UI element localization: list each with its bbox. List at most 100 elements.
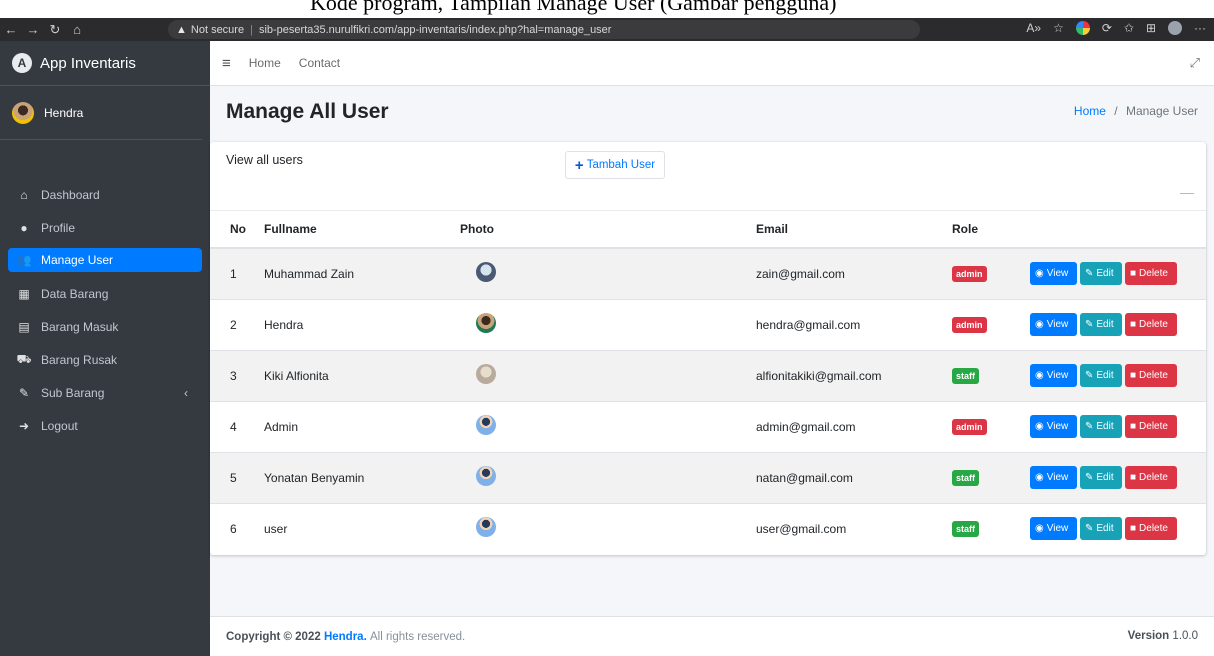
edit-label: Edit [1096,523,1114,535]
fullscreen-icon[interactable]: ⤢ [1190,55,1200,71]
document-caption: Kode program, Tampilan Manage User (Gamb… [310,0,837,15]
content-wrapper: Manage All User Home / Manage User View … [210,86,1214,616]
cell-fullname: Yonatan Benyamin [254,451,450,503]
sidebar: A App Inventaris Hendra ⌂ Dashboard ● Pr… [0,41,210,656]
sidebar-item-manage-user[interactable]: 👥 Manage User [8,248,202,272]
card-title: View all users [226,153,303,167]
cell-no: 4 [210,400,254,452]
profile-icon[interactable] [1168,21,1182,35]
sync-icon[interactable]: ⟳ [1102,21,1112,35]
cell-actions: ◉ View ✎ Edit ■ Delete [1020,247,1206,299]
favorites-icon[interactable]: ✩ [1124,21,1134,35]
read-aloud-icon[interactable]: A» [1026,21,1041,35]
author-link[interactable]: Hendra. [324,631,367,643]
edit-button[interactable]: ✎ Edit [1080,466,1122,489]
delete-label: Delete [1139,523,1168,535]
delete-label: Delete [1139,268,1168,280]
delete-label: Delete [1139,472,1168,483]
sidebar-item-barang-masuk[interactable]: ▤ Barang Masuk [8,310,202,343]
sidebar-item-sub-barang[interactable]: ✎ Sub Barang ‹ [8,376,202,409]
sidebar-item-label: Dashboard [41,187,100,202]
delete-button[interactable]: ■ Delete [1125,313,1177,336]
menu-toggle-icon[interactable]: ≡ [222,55,231,72]
edit-button[interactable]: ✎ Edit [1080,415,1122,438]
brand[interactable]: A App Inventaris [0,41,210,86]
sidebar-item-label: Sub Barang [41,385,105,400]
sidebar-item-dashboard[interactable]: ⌂ Dashboard [8,178,202,211]
user-photo [476,466,496,486]
users-table: No Fullname Photo Email Role 1 Muhammad … [210,211,1206,554]
delete-button[interactable]: ■ Delete [1125,415,1177,438]
collapse-icon[interactable]: — [1180,184,1194,200]
view-button[interactable]: ◉ View [1030,415,1077,438]
table-row: 1 Muhammad Zain zain@gmail.com admin ◉ Vi… [210,247,1206,299]
eye-icon: ◉ [1035,319,1044,330]
browser-extensions: A» ☆ ⟳ ✩ ⊞ ··· [1026,21,1206,35]
breadcrumb-home-link[interactable]: Home [1074,104,1106,118]
edit-button[interactable]: ✎ Edit [1080,262,1122,286]
cell-email: hendra@gmail.com [746,298,942,350]
edit-button[interactable]: ✎ Edit [1080,364,1122,387]
document-caption-strip: Kode program, Tampilan Manage User (Gamb… [0,0,1214,18]
cell-photo [450,451,746,503]
boxes-icon: ▦ [18,286,30,301]
sidebar-item-profile[interactable]: ● Profile [8,211,202,244]
sidebar-item-label: Profile [41,220,76,235]
trash-icon: ■ [1130,523,1137,535]
delete-button[interactable]: ■ Delete [1125,262,1177,286]
home-browser-icon[interactable]: ⌂ [66,22,88,37]
logout-icon: ➜ [18,418,30,433]
avatar [12,101,34,124]
extension-icon[interactable] [1075,21,1090,35]
top-navbar: ≡ Home Contact ⤢ [210,41,1214,86]
cell-photo [450,400,746,452]
view-label: View [1046,421,1069,432]
address-bar[interactable]: ▲ Not secure | sib-peserta35.nurulfikri.… [168,20,920,39]
header-photo: Photo [450,211,746,249]
cell-actions: ◉ View ✎ Edit ■ Delete [1020,298,1206,350]
sidebar-item-logout[interactable]: ➜ Logout [8,409,202,442]
edit-icon: ✎ [18,385,30,400]
delete-button[interactable]: ■ Delete [1125,517,1177,541]
eye-icon: ◉ [1035,268,1044,280]
cell-photo [450,502,746,554]
cell-actions: ◉ View ✎ Edit ■ Delete [1020,400,1206,452]
warning-icon: ▲ [176,23,187,36]
url-text: sib-peserta35.nurulfikri.com/app-inventa… [258,23,612,36]
nav-contact-link[interactable]: Contact [299,56,340,70]
nav-home-link[interactable]: Home [249,56,281,70]
trash-icon: ■ [1130,472,1137,483]
favorite-add-icon[interactable]: ☆ [1053,21,1064,35]
dolly-icon: ▤ [18,319,30,334]
add-user-button[interactable]: + Tambah User [565,151,665,179]
refresh-icon[interactable]: ↻ [44,22,66,38]
view-button[interactable]: ◉ View [1030,466,1077,489]
view-button[interactable]: ◉ View [1030,364,1077,387]
cell-email: alfionitakiki@gmail.com [746,349,942,401]
more-icon[interactable]: ··· [1194,21,1206,35]
view-label: View [1046,319,1069,330]
view-button[interactable]: ◉ View [1030,262,1077,286]
sidebar-item-barang-rusak[interactable]: ⛟ Barang Rusak [8,343,202,376]
edit-button[interactable]: ✎ Edit [1080,313,1122,336]
plus-icon: + [574,156,584,174]
collections-icon[interactable]: ⊞ [1146,21,1156,35]
app-logo-icon: A [12,53,32,73]
view-button[interactable]: ◉ View [1030,517,1077,541]
delete-button[interactable]: ■ Delete [1125,466,1177,489]
delete-button[interactable]: ■ Delete [1125,364,1177,387]
version-number: 1.0.0 [1172,630,1198,642]
sidebar-item-data-barang[interactable]: ▦ Data Barang [8,277,202,310]
cell-no: 1 [210,247,254,299]
view-button[interactable]: ◉ View [1030,313,1077,336]
user-panel[interactable]: Hendra [0,86,202,140]
edit-button[interactable]: ✎ Edit [1080,517,1122,541]
back-icon[interactable]: ← [0,22,22,37]
pencil-icon: ✎ [1085,319,1094,330]
forward-icon[interactable]: → [22,22,44,37]
pencil-icon: ✎ [1085,523,1094,535]
cell-role: staff [942,349,1020,401]
browser-toolbar: ← → ↻ ⌂ ▲ Not secure | sib-peserta35.nur… [0,18,1214,41]
eye-icon: ◉ [1035,421,1044,432]
eye-icon: ◉ [1035,370,1044,381]
